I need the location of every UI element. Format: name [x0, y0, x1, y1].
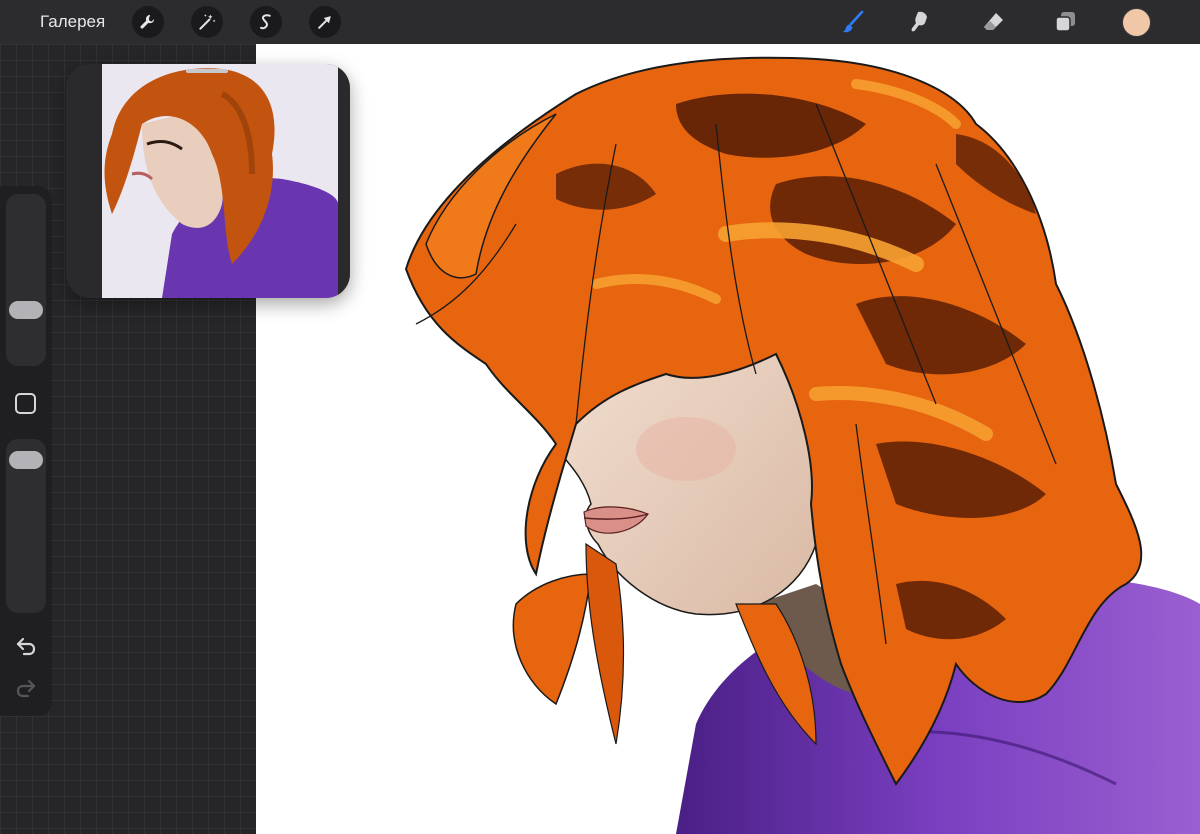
magic-wand-icon — [199, 14, 216, 30]
wrench-icon — [140, 14, 155, 29]
brush-size-slider[interactable] — [6, 194, 46, 366]
smudge-tool-button[interactable] — [906, 7, 936, 37]
drawing-canvas[interactable] — [256, 44, 1200, 834]
reference-window[interactable] — [66, 64, 350, 298]
eraser-tool-button[interactable] — [979, 7, 1009, 37]
smudge-icon — [911, 11, 927, 32]
actions-button[interactable] — [132, 6, 164, 38]
eraser-icon — [984, 13, 1003, 30]
brush-tool-button[interactable] — [838, 7, 868, 37]
artwork — [404, 56, 1200, 834]
side-toolbar — [0, 186, 52, 716]
brush-icon — [842, 10, 864, 33]
procreate-app: Галерея — [0, 0, 1200, 834]
opacity-slider[interactable] — [6, 439, 46, 613]
transform-button[interactable] — [309, 6, 341, 38]
layers-icon — [1055, 12, 1075, 32]
top-toolbar: Галерея — [0, 0, 1200, 44]
reference-photo — [102, 64, 338, 298]
brush-size-thumb[interactable] — [9, 300, 43, 319]
redo-icon — [16, 679, 36, 698]
reference-drag-handle[interactable] — [186, 69, 228, 73]
modify-button[interactable] — [15, 393, 36, 414]
gallery-button[interactable]: Галерея — [40, 11, 105, 33]
selection-s-icon — [260, 14, 271, 30]
transform-arrow-icon — [318, 16, 331, 29]
undo-button[interactable] — [12, 632, 40, 660]
layers-button[interactable] — [1050, 7, 1080, 37]
adjustments-button[interactable] — [191, 6, 223, 38]
redo-button[interactable] — [12, 674, 40, 702]
color-picker-button[interactable] — [1122, 8, 1151, 37]
undo-icon — [16, 637, 36, 656]
opacity-thumb[interactable] — [9, 451, 43, 469]
selection-button[interactable] — [250, 6, 282, 38]
